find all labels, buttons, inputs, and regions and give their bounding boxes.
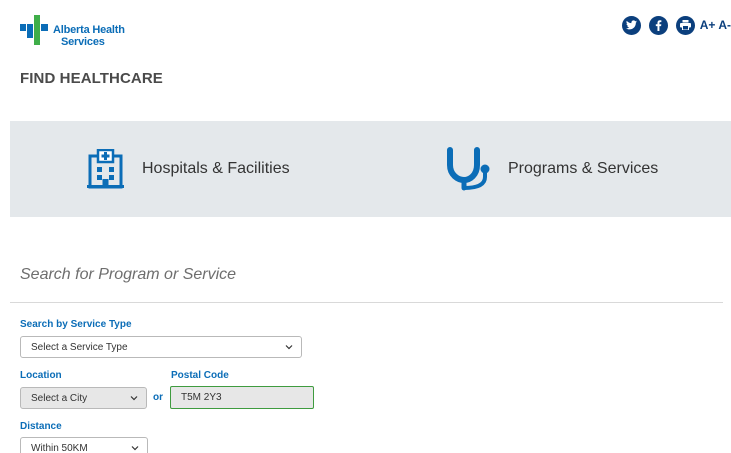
page-title: FIND HEALTHCARE (20, 70, 163, 87)
postal-code-label: Postal Code (171, 370, 229, 381)
distance-label: Distance (20, 421, 62, 432)
search-heading: Search for Program or Service (20, 266, 237, 283)
programs-services-link[interactable]: Programs & Services (444, 121, 658, 217)
logo-line-2: Services (61, 36, 105, 48)
programs-services-label: Programs & Services (508, 160, 659, 177)
service-type-label: Search by Service Type (20, 319, 132, 330)
chevron-down-icon (130, 396, 138, 401)
hospitals-facilities-link[interactable]: Hospitals & Facilities (87, 121, 290, 217)
hospitals-facilities-label: Hospitals & Facilities (142, 160, 290, 177)
location-selected: Select a City (31, 392, 88, 404)
font-size-controls: A+ A- (700, 18, 731, 32)
service-type-select[interactable]: Select a Service Type (20, 336, 302, 358)
font-increase-button[interactable]: A+ (700, 18, 716, 32)
location-label: Location (20, 370, 62, 381)
twitter-icon[interactable] (621, 15, 641, 35)
distance-selected: Within 50KM (31, 442, 88, 453)
or-separator: or (153, 392, 163, 403)
chevron-down-icon (131, 446, 139, 451)
header-tools: A+ A- (614, 15, 731, 35)
facebook-icon[interactable] (648, 15, 668, 35)
print-icon[interactable] (675, 15, 695, 35)
service-type-selected: Select a Service Type (31, 341, 128, 353)
distance-select[interactable]: Within 50KM (20, 437, 148, 453)
category-band: Hospitals & Facilities Programs & Servic… (10, 121, 731, 217)
divider (10, 302, 723, 303)
logo-line-1: Alberta Health (53, 24, 125, 36)
hospital-building-icon (87, 149, 124, 189)
page: Alberta Health Services A+ A- FIND HEALT… (0, 0, 731, 453)
ahs-logo[interactable]: Alberta Health Services (20, 15, 160, 49)
ahs-logo-mark-icon (20, 15, 48, 45)
stethoscope-icon (447, 147, 490, 191)
ahs-logo-text: Alberta Health Services (53, 24, 125, 48)
location-select[interactable]: Select a City (20, 387, 147, 409)
postal-code-input[interactable] (170, 386, 314, 409)
font-decrease-button[interactable]: A- (718, 18, 731, 32)
chevron-down-icon (285, 345, 293, 350)
